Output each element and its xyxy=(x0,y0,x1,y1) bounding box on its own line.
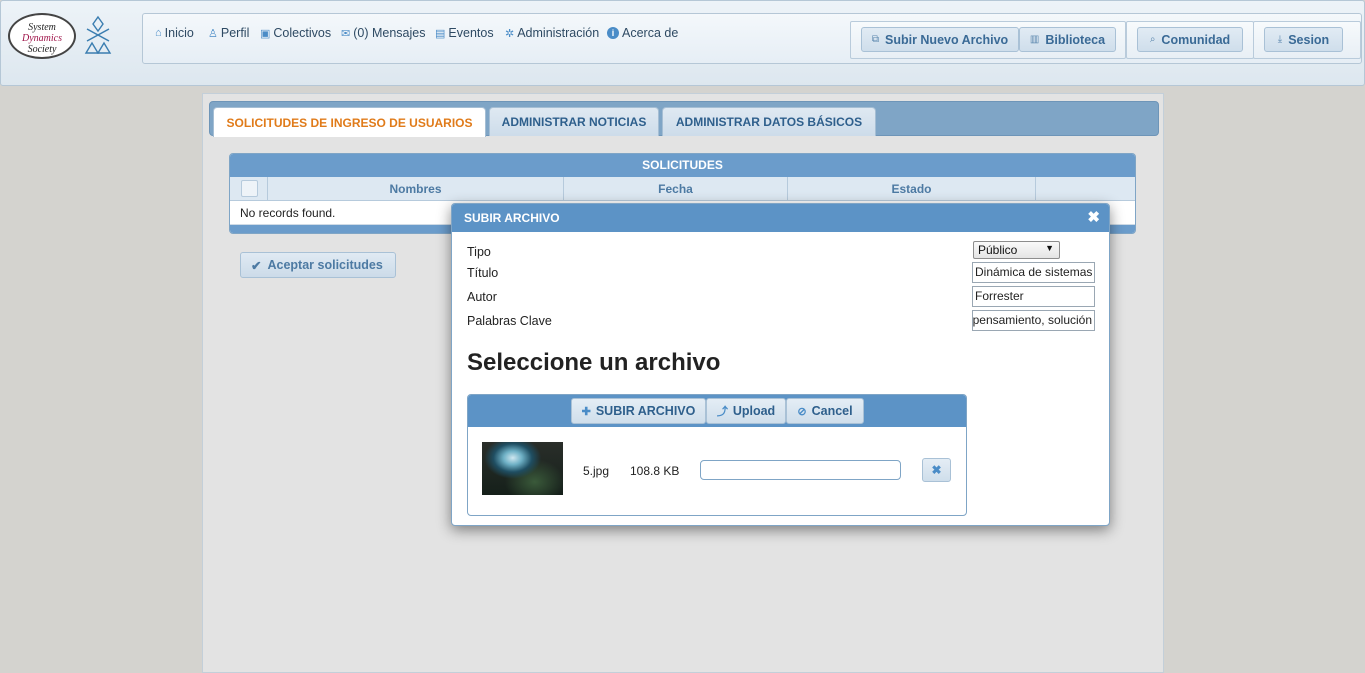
dropdown-arrow-icon: ▼ xyxy=(1045,243,1054,253)
autor-row: Autor Forrester xyxy=(467,286,1095,308)
dialog-titlebar: SUBIR ARCHIVO ✖ xyxy=(452,204,1109,232)
gear-icon: ✲ xyxy=(505,27,515,40)
logo-line-1: System xyxy=(28,22,56,33)
remove-file-button[interactable]: ✖ xyxy=(922,458,951,482)
keywords-input[interactable]: ds, pensamiento, solución xyxy=(972,310,1095,331)
choose-file-label: SUBIR ARCHIVO xyxy=(595,404,696,418)
file-name: 5.jpg xyxy=(583,464,610,478)
nav-administracion-label: Administración xyxy=(517,26,600,40)
file-uploader: ✚ SUBIR ARCHIVO ⤴ Upload ⊘ Cancel 5.jpg … xyxy=(467,394,967,516)
calendar-icon: ▤ xyxy=(435,27,446,40)
community-group: ⌕ Comunidad xyxy=(1126,21,1254,59)
info-icon: i xyxy=(607,27,619,39)
keywords-value: ds, pensamiento, solución xyxy=(972,313,1092,327)
table-title: SOLICITUDES xyxy=(230,154,1135,177)
titulo-row: Título Dinámica de sistemas xyxy=(467,262,1095,284)
main-menubar: ⌂ Inicio ♙ Perfil ▣ Colectivos ✉ (0) Men… xyxy=(142,13,1362,64)
close-icon: ✖ xyxy=(931,463,942,477)
select-column-header xyxy=(230,177,268,201)
session-label: Sesion xyxy=(1288,32,1330,47)
admin-tabbar: SOLICITUDES DE INGRESO DE USUARIOS ADMIN… xyxy=(209,101,1159,137)
column-header-fecha[interactable]: Fecha xyxy=(564,177,788,201)
community-label: Comunidad xyxy=(1161,32,1231,47)
nav-administracion[interactable]: ✲ Administración xyxy=(505,26,599,40)
accept-requests-label: Aceptar solicitudes xyxy=(267,258,383,272)
community-button[interactable]: ⌕ Comunidad xyxy=(1137,27,1243,52)
cancel-icon: ⊘ xyxy=(797,405,807,418)
library-label: Biblioteca xyxy=(1045,32,1106,47)
file-thumbnail xyxy=(482,442,563,495)
select-file-heading: Seleccione un archivo xyxy=(467,349,721,376)
nav-acerca-de-label: Acerca de xyxy=(622,26,679,40)
copy-icon: ⧉ xyxy=(871,34,879,45)
tab-solicitudes[interactable]: SOLICITUDES DE INGRESO DE USUARIOS xyxy=(213,107,486,137)
nav-perfil[interactable]: ♙ Perfil xyxy=(208,26,249,40)
file-size: 108.8 KB xyxy=(630,464,680,478)
nav-inicio[interactable]: ⌂ Inicio xyxy=(155,26,194,40)
column-header-estado[interactable]: Estado xyxy=(788,177,1036,201)
system-dynamics-society-logo[interactable]: System Dynamics Society xyxy=(8,13,76,59)
tipo-selected-value: Público xyxy=(978,243,1018,257)
library-button[interactable]: ▥ Biblioteca xyxy=(1019,27,1116,52)
uploader-toolbar: ✚ SUBIR ARCHIVO ⤴ Upload ⊘ Cancel xyxy=(468,395,966,427)
cancel-label: Cancel xyxy=(811,404,853,418)
column-header-actions xyxy=(1036,177,1135,201)
tipo-row: Tipo Público ▼ xyxy=(467,241,1095,263)
nav-acerca-de[interactable]: i Acerca de xyxy=(607,26,678,40)
column-header-nombres[interactable]: Nombres xyxy=(268,177,564,201)
autor-input[interactable]: Forrester xyxy=(972,286,1095,307)
nav-mensajes[interactable]: ✉ (0) Mensajes xyxy=(341,26,425,40)
upload-new-file-button[interactable]: ⧉ Subir Nuevo Archivo xyxy=(861,27,1019,52)
file-actions-group: ⧉ Subir Nuevo Archivo ▥ Biblioteca xyxy=(850,21,1126,59)
upload-label: Upload xyxy=(732,404,776,418)
user-icon: ♙ xyxy=(208,27,218,40)
nav-eventos[interactable]: ▤ Eventos xyxy=(435,26,494,40)
library-icon: ▥ xyxy=(1029,34,1040,45)
nav-mensajes-label: (0) Mensajes xyxy=(353,26,426,40)
dialog-title: SUBIR ARCHIVO xyxy=(464,211,560,225)
nav-perfil-label: Perfil xyxy=(220,26,250,40)
table-header: Nombres Fecha Estado xyxy=(230,177,1135,201)
titulo-label: Título xyxy=(467,266,499,280)
group-icon: ▣ xyxy=(260,27,271,40)
close-icon[interactable]: ✖ xyxy=(1087,204,1100,232)
search-icon: ⌕ xyxy=(1149,34,1156,45)
tab-noticias-label: ADMINISTRAR NOTICIAS xyxy=(501,115,647,129)
tab-datos-basicos[interactable]: ADMINISTRAR DATOS BÁSICOS xyxy=(662,107,876,136)
logo-line-3: Society xyxy=(27,44,57,55)
accept-requests-button[interactable]: ✔ Aceptar solicitudes xyxy=(240,252,396,278)
mail-icon: ✉ xyxy=(341,27,351,40)
autor-label: Autor xyxy=(467,290,497,304)
tab-noticias[interactable]: ADMINISTRAR NOTICIAS xyxy=(489,107,659,136)
plus-icon: ✚ xyxy=(581,405,591,418)
upload-progress-bar xyxy=(700,460,901,480)
keywords-row: Palabras Clave ds, pensamiento, solución xyxy=(467,310,1095,332)
university-emblem-icon xyxy=(83,15,113,55)
tipo-label: Tipo xyxy=(467,245,491,259)
select-all-checkbox[interactable] xyxy=(241,180,258,197)
nav-colectivos-label: Colectivos xyxy=(273,26,332,40)
logo-line-2: Dynamics xyxy=(22,33,62,44)
download-icon: ⤓ xyxy=(1277,34,1283,45)
tab-datos-basicos-label: ADMINISTRAR DATOS BÁSICOS xyxy=(675,115,863,129)
upload-button[interactable]: ⤴ Upload xyxy=(706,398,786,424)
upload-new-file-label: Subir Nuevo Archivo xyxy=(884,32,1009,47)
check-icon: ✔ xyxy=(251,258,262,273)
tipo-select[interactable]: Público ▼ xyxy=(973,241,1060,259)
top-header: System Dynamics Society ⌂ Inicio ♙ Perfi… xyxy=(0,0,1365,86)
keywords-label: Palabras Clave xyxy=(467,314,552,328)
upload-file-dialog: SUBIR ARCHIVO ✖ Tipo Público ▼ Título Di… xyxy=(451,203,1110,526)
nav-colectivos[interactable]: ▣ Colectivos xyxy=(260,26,331,40)
choose-file-button[interactable]: ✚ SUBIR ARCHIVO xyxy=(571,398,706,424)
upload-arrow-icon: ⤴ xyxy=(716,406,728,418)
home-icon: ⌂ xyxy=(155,27,162,39)
titulo-input[interactable]: Dinámica de sistemas xyxy=(972,262,1095,283)
session-group: ⤓ Sesion xyxy=(1253,21,1361,59)
nav-eventos-label: Eventos xyxy=(448,26,494,40)
session-button[interactable]: ⤓ Sesion xyxy=(1264,27,1343,52)
nav-inicio-label: Inicio xyxy=(164,26,194,40)
tab-solicitudes-label: SOLICITUDES DE INGRESO DE USUARIOS xyxy=(226,115,473,130)
cancel-button[interactable]: ⊘ Cancel xyxy=(786,398,864,424)
